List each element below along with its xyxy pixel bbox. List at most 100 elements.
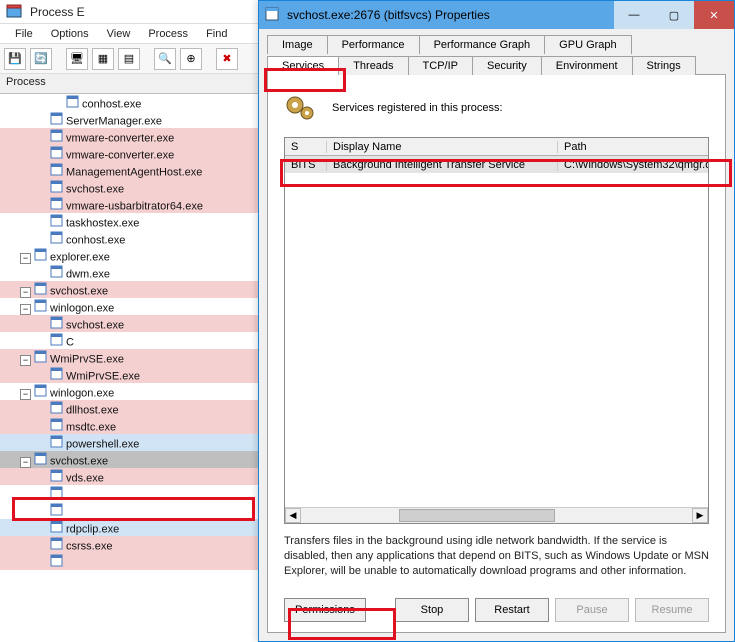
collapse-icon[interactable]: − — [20, 253, 31, 264]
tree-spacer — [36, 556, 47, 567]
process-icon — [49, 196, 63, 210]
collapse-icon[interactable]: − — [20, 304, 31, 315]
process-name: conhost.exe — [82, 99, 141, 111]
process-icon — [49, 315, 63, 329]
tabs-row-1: Image Performance Performance Graph GPU … — [267, 35, 726, 54]
pause-button[interactable]: Pause — [555, 598, 629, 622]
tab-performance[interactable]: Performance — [327, 35, 420, 54]
find-icon[interactable]: 🔍 — [154, 48, 176, 70]
services-table: S Display Name Path BITS Background Inte… — [284, 137, 709, 524]
tree-spacer — [36, 505, 47, 516]
process-name: dllhost.exe — [66, 405, 119, 417]
tree-spacer — [36, 335, 47, 346]
process-icon — [33, 298, 47, 312]
minimize-button[interactable]: — — [614, 1, 654, 29]
save-icon[interactable]: 💾 — [4, 48, 26, 70]
process-icon — [33, 281, 47, 295]
scroll-right-icon[interactable]: ▶ — [692, 508, 708, 523]
collapse-icon[interactable]: − — [20, 355, 31, 366]
tree-spacer — [36, 233, 47, 244]
tab-image[interactable]: Image — [267, 35, 328, 54]
process-name: ManagementAgentHost.exe — [66, 167, 202, 179]
tree-spacer — [36, 539, 47, 550]
col-path[interactable]: Path — [558, 141, 708, 153]
tree-spacer — [36, 216, 47, 227]
process-icon — [49, 468, 63, 482]
tab-environment[interactable]: Environment — [541, 56, 633, 75]
tab-threads[interactable]: Threads — [338, 56, 408, 75]
sysinfo-icon[interactable]: 🖥 — [66, 48, 88, 70]
process-name: winlogon.exe — [50, 303, 114, 315]
col-service[interactable]: S — [285, 141, 327, 153]
scroll-thumb[interactable] — [399, 509, 555, 522]
process-name: csrss.exe — [66, 541, 112, 553]
collapse-icon[interactable]: − — [20, 389, 31, 400]
process-name: vmware-usbarbitrator64.exe — [66, 201, 203, 213]
menu-find[interactable]: Find — [197, 27, 236, 41]
target-icon[interactable]: ⊕ — [180, 48, 202, 70]
menu-file[interactable]: File — [6, 27, 42, 41]
kill-icon[interactable]: ✖ — [216, 48, 238, 70]
process-name: explorer.exe — [50, 252, 110, 264]
maximize-button[interactable]: ▢ — [654, 1, 694, 29]
permissions-button[interactable]: Permissions — [284, 598, 366, 622]
process-icon — [49, 128, 63, 142]
tree-spacer — [36, 420, 47, 431]
tab-tcpip[interactable]: TCP/IP — [408, 56, 473, 75]
tab-security[interactable]: Security — [472, 56, 542, 75]
tabs-row-2: Services Threads TCP/IP Security Environ… — [267, 56, 726, 75]
close-button[interactable]: ✕ — [694, 1, 734, 29]
tab-strings[interactable]: Strings — [632, 56, 696, 75]
button-spacer — [372, 598, 389, 622]
process-icon — [33, 247, 47, 261]
process-icon — [49, 111, 63, 125]
service-name-cell: BITS — [285, 159, 327, 171]
process-name: C — [66, 337, 74, 349]
process-icon — [33, 383, 47, 397]
tree-spacer — [36, 488, 47, 499]
resume-button[interactable]: Resume — [635, 598, 709, 622]
tree-spacer — [36, 471, 47, 482]
prop-body: Image Performance Performance Graph GPU … — [259, 29, 734, 641]
services-table-body[interactable]: BITS Background Intelligent Transfer Ser… — [285, 156, 708, 507]
menu-view[interactable]: View — [98, 27, 140, 41]
scroll-left-icon[interactable]: ◀ — [285, 508, 301, 523]
process-name: svchost.exe — [50, 286, 108, 298]
process-icon — [49, 485, 63, 499]
process-name: vmware-converter.exe — [66, 133, 174, 145]
prop-titlebar[interactable]: svchost.exe:2676 (bitfsvcs) Properties —… — [259, 1, 734, 29]
col-display-name[interactable]: Display Name — [327, 141, 558, 153]
service-row[interactable]: BITS Background Intelligent Transfer Ser… — [285, 156, 708, 173]
scroll-track[interactable] — [301, 508, 692, 523]
process-icon — [65, 94, 79, 108]
pe-app-icon — [0, 4, 28, 20]
services-table-header[interactable]: S Display Name Path — [285, 138, 708, 156]
properties-dialog: svchost.exe:2676 (bitfsvcs) Properties —… — [258, 0, 735, 642]
process-name: powershell.exe — [66, 439, 139, 451]
handle-icon[interactable]: ▦ — [92, 48, 114, 70]
process-icon — [49, 162, 63, 176]
tab-performance-graph[interactable]: Performance Graph — [419, 35, 546, 54]
tree-spacer — [36, 131, 47, 142]
services-header: Services registered in this process: — [284, 93, 709, 123]
menu-options[interactable]: Options — [42, 27, 98, 41]
tree-spacer — [36, 165, 47, 176]
collapse-icon[interactable]: − — [20, 457, 31, 468]
process-name: svchost.exe — [50, 456, 108, 468]
collapse-icon[interactable]: − — [20, 287, 31, 298]
refresh-icon[interactable]: 🔄 — [30, 48, 52, 70]
gears-icon — [284, 93, 318, 123]
process-icon — [49, 434, 63, 448]
horizontal-scrollbar[interactable]: ◀ ▶ — [285, 507, 708, 523]
dlls-icon[interactable]: ▤ — [118, 48, 140, 70]
restart-button[interactable]: Restart — [475, 598, 549, 622]
tab-services[interactable]: Services — [267, 56, 339, 75]
tree-spacer — [36, 114, 47, 125]
process-icon — [49, 502, 63, 516]
process-name: ServerManager.exe — [66, 116, 162, 128]
tab-gpu-graph[interactable]: GPU Graph — [544, 35, 631, 54]
menu-process[interactable]: Process — [139, 27, 197, 41]
process-name: svchost.exe — [66, 320, 124, 332]
stop-button[interactable]: Stop — [395, 598, 469, 622]
process-icon — [49, 366, 63, 380]
